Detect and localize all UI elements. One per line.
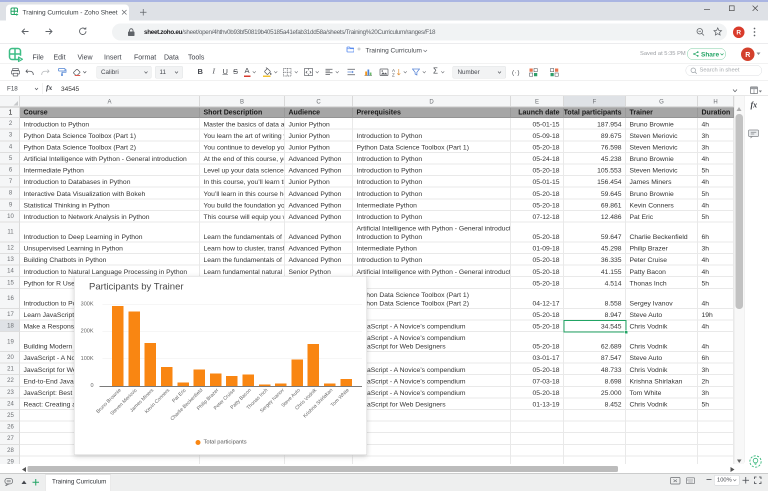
svg-text:Z: Z xyxy=(392,73,395,77)
